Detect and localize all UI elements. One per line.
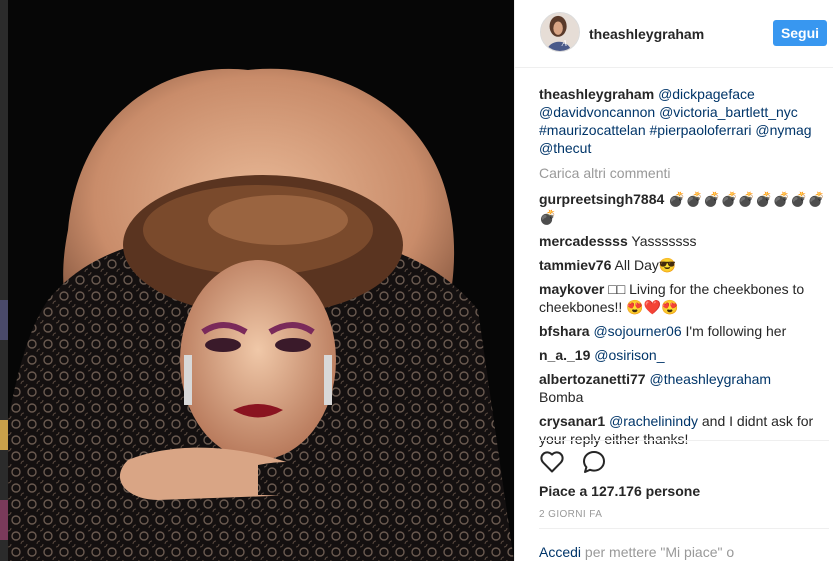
comment: mercadessss Yasssssss bbox=[539, 232, 829, 250]
comment-username[interactable]: tammiev76 bbox=[539, 257, 611, 273]
comment: crysanar1 @rachelinindy and I didnt ask … bbox=[539, 412, 829, 448]
caption-mention[interactable]: @nymag bbox=[755, 122, 811, 138]
comment-username[interactable]: n_a._19 bbox=[539, 347, 590, 363]
post-side-panel: A theashleygraham Segui theashleygraham … bbox=[514, 0, 833, 561]
left-edge-strip bbox=[0, 0, 8, 561]
comment: maykover □□ Living for the cheekbones to… bbox=[539, 280, 829, 316]
login-prompt: Accedi per mettere "Mi piace" o bbox=[539, 544, 734, 560]
comments-list: theashleygraham @dickpageface @davidvonc… bbox=[539, 85, 829, 454]
caption-hashtag[interactable]: #maurizocattelan bbox=[539, 122, 646, 138]
comment-text: Bomba bbox=[539, 389, 584, 405]
avatar[interactable]: A bbox=[540, 12, 580, 52]
caption-hashtag[interactable]: #pierpaoloferrari bbox=[650, 122, 752, 138]
comment-text: Yasssssss bbox=[631, 233, 697, 249]
caption-mention[interactable]: @victoria_bartlett_nyc bbox=[659, 104, 798, 120]
follow-button[interactable]: Segui bbox=[773, 20, 827, 46]
comment-mention[interactable]: @sojourner06 bbox=[593, 323, 681, 339]
login-prompt-text: per mettere "Mi piace" o bbox=[584, 544, 735, 560]
comment-text: I'm following her bbox=[685, 323, 787, 339]
comment: n_a._19 @osirison_ bbox=[539, 346, 829, 364]
comment-username[interactable]: mercadessss bbox=[539, 233, 628, 249]
comment-mention[interactable]: @theashleygraham bbox=[649, 371, 771, 387]
header-username[interactable]: theashleygraham bbox=[589, 26, 704, 42]
comment-username[interactable]: gurpreetsingh7884 bbox=[539, 191, 664, 207]
post-header: A theashleygraham Segui bbox=[515, 0, 833, 68]
post-timestamp: 2 GIORNI FA bbox=[539, 509, 603, 520]
svg-text:A: A bbox=[561, 38, 568, 47]
caption-mention[interactable]: @thecut bbox=[539, 140, 591, 156]
caption-mention[interactable]: @davidvoncannon bbox=[539, 104, 655, 120]
comment-text: All Day😎 bbox=[614, 257, 677, 273]
avatar-image: A bbox=[541, 13, 579, 51]
comment: gurpreetsingh7884 💣💣💣💣💣💣💣💣💣💣 bbox=[539, 190, 829, 226]
comment-mention[interactable]: @osirison_ bbox=[594, 347, 664, 363]
likes-count[interactable]: Piace a 127.176 persone bbox=[539, 483, 700, 499]
heart-outline-icon[interactable] bbox=[539, 449, 565, 475]
comment-username[interactable]: crysanar1 bbox=[539, 413, 605, 429]
bottom-divider bbox=[539, 528, 829, 529]
comment-mention[interactable]: @rachelinindy bbox=[609, 413, 698, 429]
post-caption: theashleygraham @dickpageface @davidvonc… bbox=[539, 85, 829, 157]
comment: albertozanetti77 @theashleygraham Bomba bbox=[539, 370, 829, 406]
comment: tammiev76 All Day😎 bbox=[539, 256, 829, 274]
comment-username[interactable]: albertozanetti77 bbox=[539, 371, 646, 387]
photo-illustration bbox=[8, 0, 514, 561]
comment-username[interactable]: maykover bbox=[539, 281, 604, 297]
actions-divider bbox=[539, 440, 829, 441]
caption-mention[interactable]: @dickpageface bbox=[658, 86, 755, 102]
post-photo[interactable] bbox=[8, 0, 514, 561]
comment: bfshara @sojourner06 I'm following her bbox=[539, 322, 829, 340]
load-more-comments-link[interactable]: Carica altri commenti bbox=[539, 164, 829, 182]
comment-username[interactable]: bfshara bbox=[539, 323, 590, 339]
login-link[interactable]: Accedi bbox=[539, 544, 581, 560]
speech-bubble-icon[interactable] bbox=[581, 449, 607, 475]
caption-username[interactable]: theashleygraham bbox=[539, 86, 654, 102]
